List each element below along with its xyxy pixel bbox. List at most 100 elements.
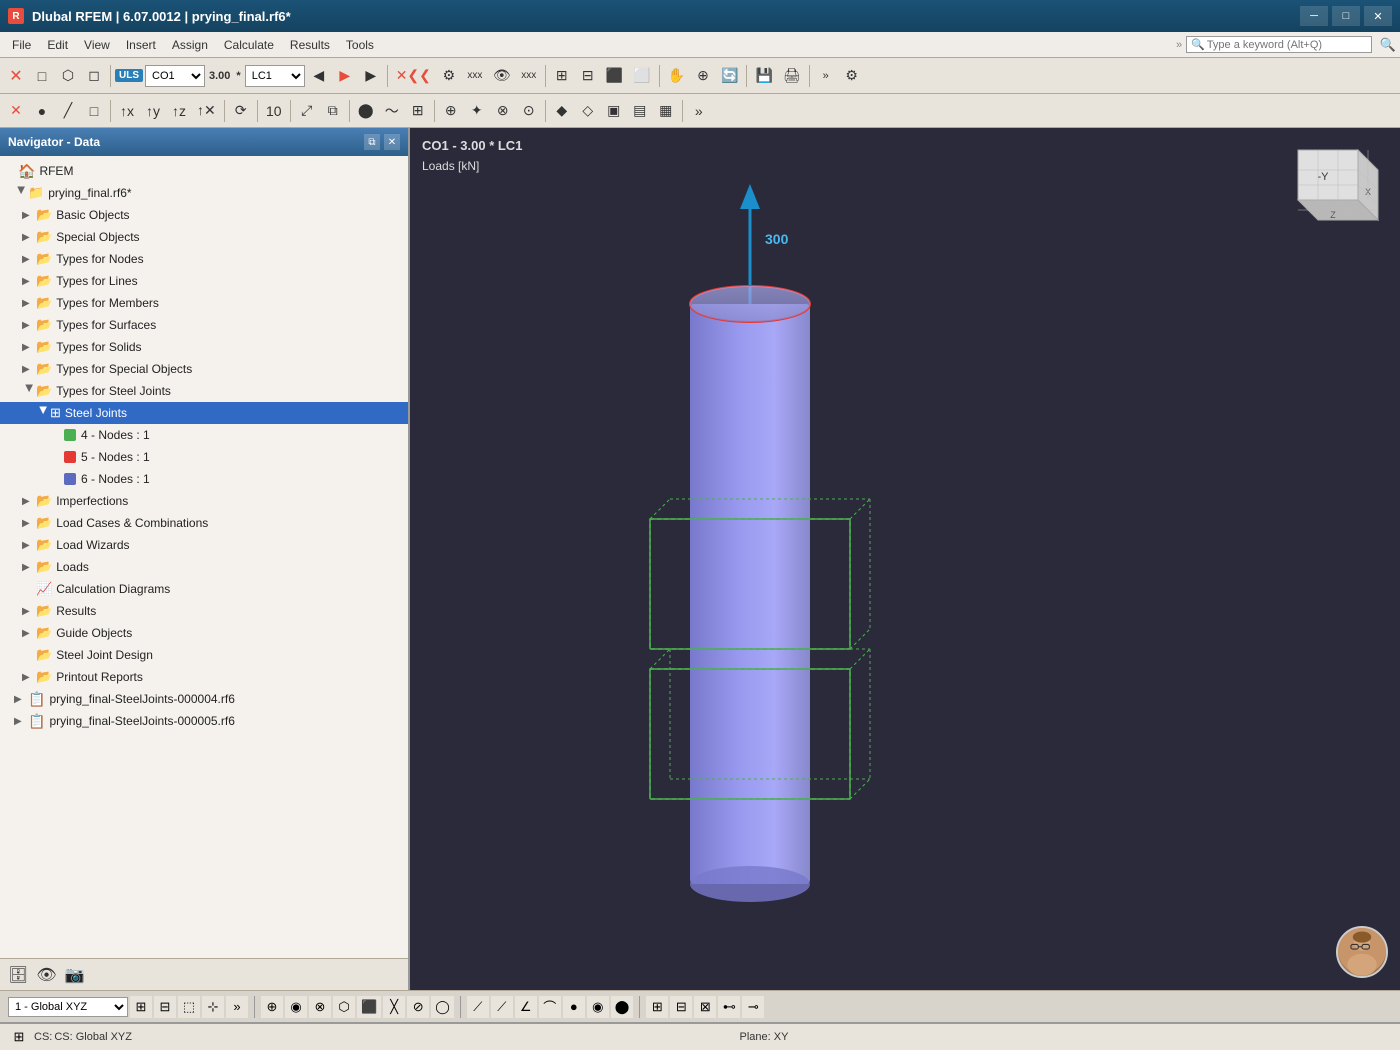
tb2-node[interactable]: ● xyxy=(30,98,54,124)
bt-snap6[interactable]: ╳ xyxy=(383,996,405,1018)
tb-grid2[interactable]: ⊟ xyxy=(576,63,600,89)
nav-item-types-special[interactable]: ▶ 📂 Types for Special Objects xyxy=(0,358,408,380)
nav-item-basic-objects[interactable]: ▶ 📂 Basic Objects xyxy=(0,204,408,226)
bt-node3[interactable]: ⬤ xyxy=(611,996,634,1018)
bt-icon2[interactable]: ⊟ xyxy=(154,996,176,1018)
tb-next[interactable]: ▶ xyxy=(359,63,383,89)
bt-measure2[interactable]: ⟋ xyxy=(491,996,513,1018)
tb2-copy[interactable]: ⧉ xyxy=(321,98,345,124)
nav-item-steel-joints[interactable]: ▶ ⊞ Steel Joints xyxy=(0,402,408,424)
nav-subproject1[interactable]: ▶ 📋 prying_final-SteelJoints-000004.rf6 xyxy=(0,688,408,710)
tb-filter1[interactable]: ✕❮❮ xyxy=(392,63,435,89)
status-icon1[interactable]: ⊞ xyxy=(8,1026,30,1048)
bt-measure[interactable]: ⟋ xyxy=(467,996,489,1018)
tb2-snap[interactable]: ⊕ xyxy=(439,98,463,124)
tb2-wave[interactable]: ～ xyxy=(380,98,404,124)
nav-eye-icon[interactable]: 👁 xyxy=(36,965,56,985)
close-button[interactable]: ✕ xyxy=(1364,6,1392,26)
nav-item-imperfections[interactable]: ▶ 📂 Imperfections xyxy=(0,490,408,512)
nav-item-special-objects[interactable]: ▶ 📂 Special Objects xyxy=(0,226,408,248)
nav-item-node4[interactable]: 4 - Nodes : 1 xyxy=(0,424,408,446)
nav-subproject2[interactable]: ▶ 📋 prying_final-SteelJoints-000005.rf6 xyxy=(0,710,408,732)
tb2-render3[interactable]: ▣ xyxy=(602,98,626,124)
title-bar-controls[interactable]: ─ □ ✕ xyxy=(1300,6,1392,26)
tb-print[interactable]: 🖨 xyxy=(779,63,805,89)
tb-wire[interactable]: ⬜ xyxy=(629,63,654,89)
nav-item-printout-reports[interactable]: ▶ 📂 Printout Reports xyxy=(0,666,408,688)
nav-item-node5[interactable]: 5 - Nodes : 1 xyxy=(0,446,408,468)
tb2-axis-free[interactable]: ↑✕ xyxy=(193,98,220,124)
tb-prev[interactable]: ◀ xyxy=(307,63,331,89)
nav-item-project[interactable]: ▶ 📁 prying_final.rf6* xyxy=(0,182,408,204)
maximize-button[interactable]: □ xyxy=(1332,6,1360,26)
nav-item-results[interactable]: ▶ 📂 Results xyxy=(0,600,408,622)
tb2-more[interactable]: » xyxy=(687,98,711,124)
nav-item-rfem[interactable]: 🏠 RFEM xyxy=(0,160,408,182)
nav-item-load-wizards[interactable]: ▶ 📂 Load Wizards xyxy=(0,534,408,556)
viewport[interactable]: CO1 - 3.00 * LC1 Loads [kN] -Y X Z xyxy=(410,128,1400,990)
search-box[interactable]: 🔍 xyxy=(1186,36,1372,53)
nav-data-icon[interactable]: 🗄 xyxy=(8,965,28,985)
tb2-snap4[interactable]: ⊙ xyxy=(517,98,541,124)
bt-grid4[interactable]: ⊷ xyxy=(718,996,740,1018)
nav-camera-icon[interactable]: 📷 xyxy=(65,965,85,985)
coordinate-system-select[interactable]: 1 - Global XYZ xyxy=(8,997,128,1017)
tb2-render5[interactable]: ▦ xyxy=(654,98,678,124)
nav-item-node6[interactable]: 6 - Nodes : 1 xyxy=(0,468,408,490)
bt-node2[interactable]: ◉ xyxy=(587,996,609,1018)
bt-snap4[interactable]: ⬡ xyxy=(333,996,355,1018)
nav-item-loads[interactable]: ▶ 📂 Loads xyxy=(0,556,408,578)
tb2-transform[interactable]: ⟳ xyxy=(229,98,253,124)
tb2-render2[interactable]: ◇ xyxy=(576,98,600,124)
bt-icon1[interactable]: ⊞ xyxy=(130,996,152,1018)
tb2-num[interactable]: 10 xyxy=(262,98,286,124)
nav-item-types-nodes[interactable]: ▶ 📂 Types for Nodes xyxy=(0,248,408,270)
nav-float-button[interactable]: ⧉ xyxy=(364,134,380,150)
bt-snap1[interactable]: ⊕ xyxy=(261,996,283,1018)
menu-tools[interactable]: Tools xyxy=(338,36,382,54)
nav-item-types-solids[interactable]: ▶ 📂 Types for Solids xyxy=(0,336,408,358)
bt-icon3[interactable]: ⬚ xyxy=(178,996,200,1018)
tb-play[interactable]: ▶ xyxy=(333,63,357,89)
nav-item-guide-objects[interactable]: ▶ 📂 Guide Objects xyxy=(0,622,408,644)
tb-more[interactable]: » xyxy=(814,63,838,89)
bt-grid3[interactable]: ⊠ xyxy=(694,996,716,1018)
tb-3d[interactable]: ⬛ xyxy=(602,63,627,89)
bt-angle[interactable]: ∠ xyxy=(515,996,537,1018)
tb2-line[interactable]: ╱ xyxy=(56,98,80,124)
lc-select[interactable]: LC1 xyxy=(245,65,305,87)
menu-assign[interactable]: Assign xyxy=(164,36,216,54)
bt-snap5[interactable]: ⬛ xyxy=(357,996,381,1018)
tb2-render1[interactable]: ◆ xyxy=(550,98,574,124)
tb2-surface[interactable]: □ xyxy=(82,98,106,124)
bt-grid2[interactable]: ⊟ xyxy=(670,996,692,1018)
tb-grid[interactable]: ⊞ xyxy=(550,63,574,89)
tb-clear[interactable]: ✕ xyxy=(4,63,28,89)
tb-box[interactable]: □ xyxy=(30,63,54,89)
menu-view[interactable]: View xyxy=(76,36,118,54)
tb-filter2[interactable]: ⚙ xyxy=(437,63,461,89)
tb2-axis-y[interactable]: ↑y xyxy=(141,98,165,124)
tb-eye1[interactable]: 👁 xyxy=(489,63,515,89)
nav-item-calc-diagrams[interactable]: 📈 Calculation Diagrams xyxy=(0,578,408,600)
tb-xxx1[interactable]: xxx xyxy=(463,63,487,89)
tb2-render4[interactable]: ▤ xyxy=(628,98,652,124)
tb-eye2[interactable]: xxx xyxy=(517,63,541,89)
bt-grid-toggle[interactable]: ⊞ xyxy=(646,996,668,1018)
bt-snap3[interactable]: ⊗ xyxy=(309,996,331,1018)
search-input[interactable] xyxy=(1207,39,1367,51)
bt-snap7[interactable]: ⊘ xyxy=(407,996,429,1018)
menu-insert[interactable]: Insert xyxy=(118,36,164,54)
tb-settings[interactable]: ⚙ xyxy=(840,63,864,89)
bt-node[interactable]: ● xyxy=(563,996,585,1018)
tb2-snap3[interactable]: ⊗ xyxy=(491,98,515,124)
co-select[interactable]: CO1 xyxy=(145,65,205,87)
bt-more[interactable]: » xyxy=(226,996,248,1018)
menu-file[interactable]: File xyxy=(4,36,39,54)
tb-rotate[interactable]: 🔄 xyxy=(717,63,742,89)
menu-calculate[interactable]: Calculate xyxy=(216,36,282,54)
tb-save[interactable]: 💾 xyxy=(751,63,776,89)
nav-item-steel-joint-design[interactable]: 📂 Steel Joint Design xyxy=(0,644,408,666)
nav-item-types-lines[interactable]: ▶ 📂 Types for Lines xyxy=(0,270,408,292)
bt-snap2[interactable]: ◉ xyxy=(285,996,307,1018)
